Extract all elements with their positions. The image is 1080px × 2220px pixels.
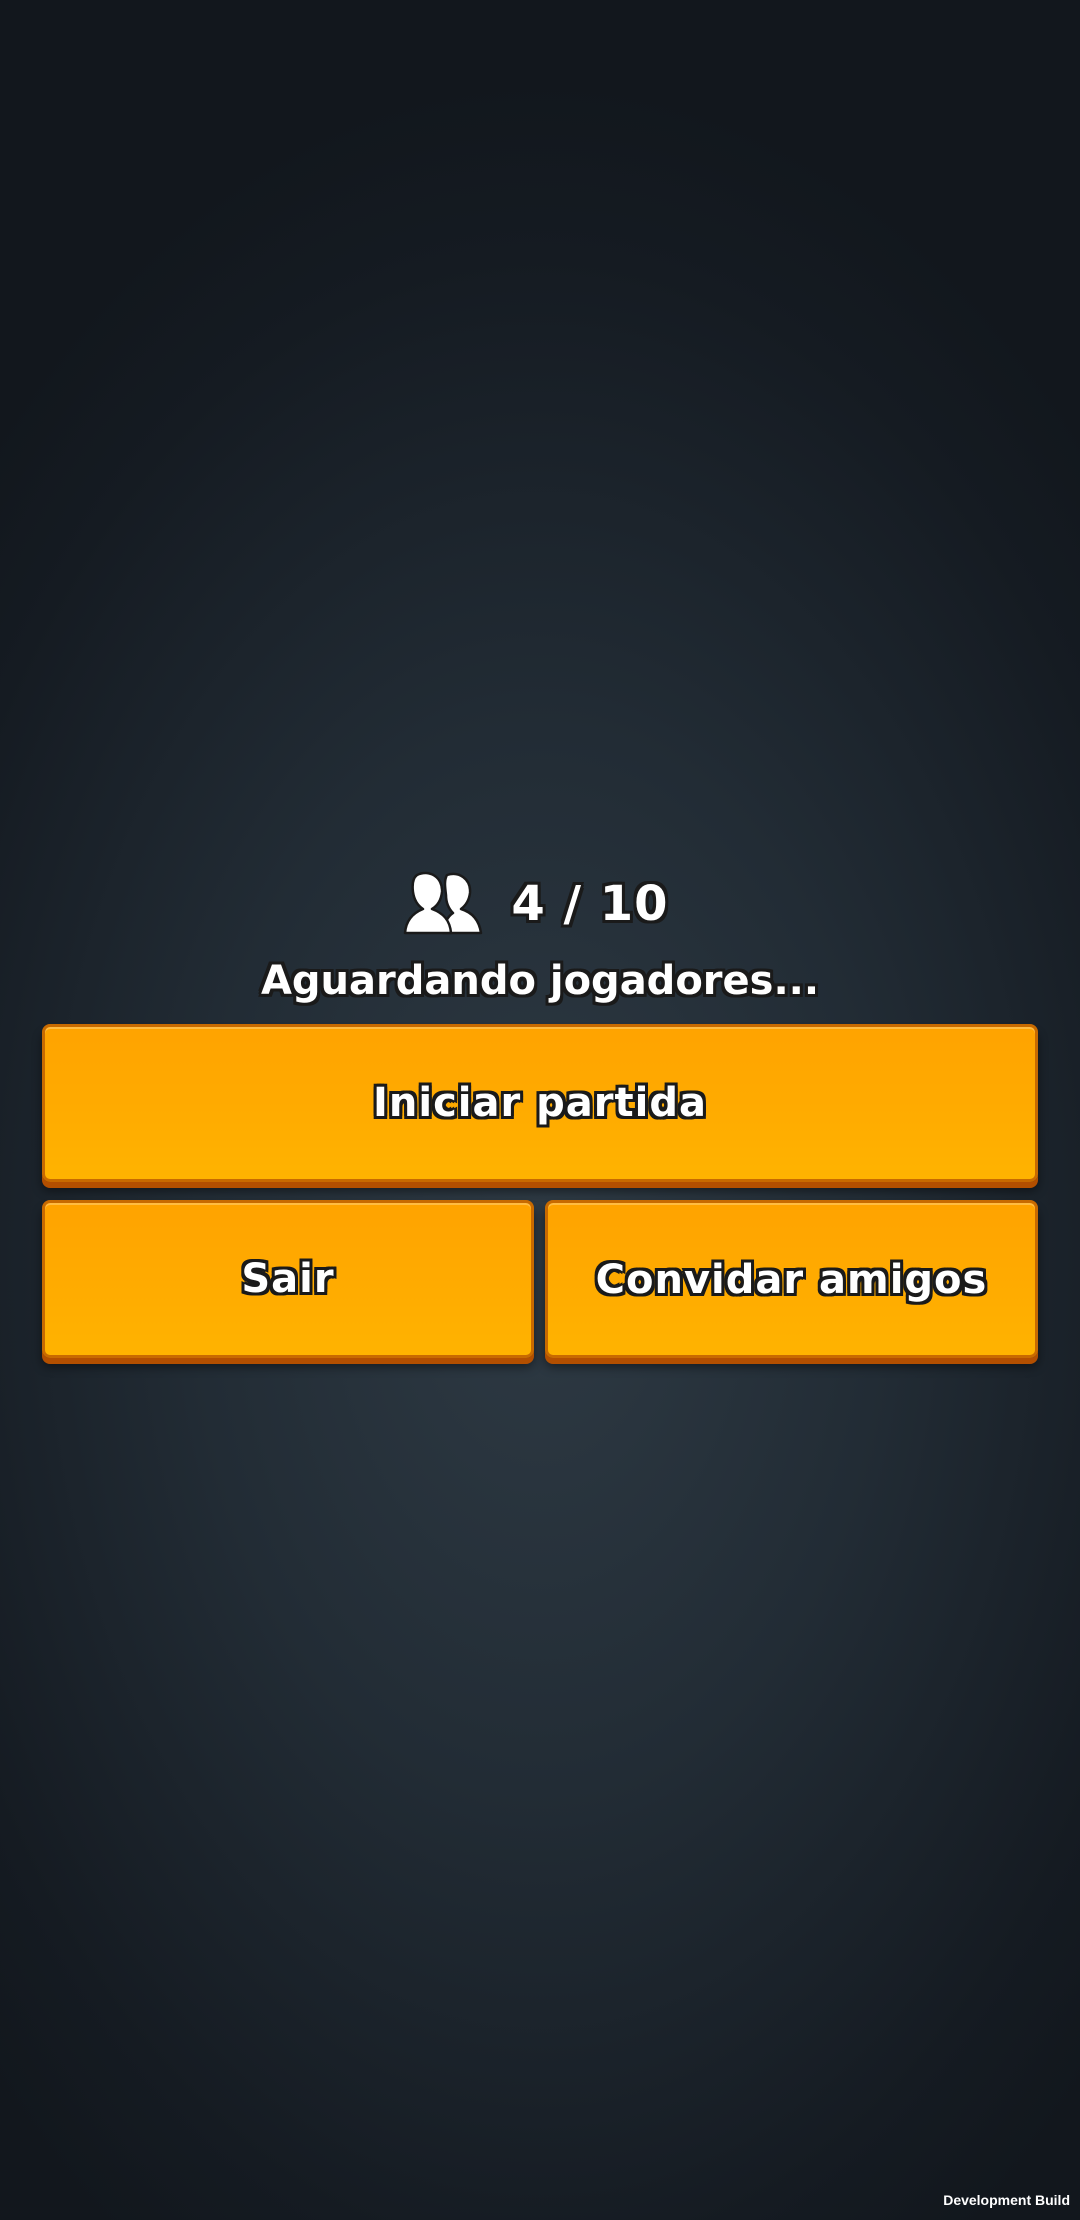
player-count: 4 / 10 [511, 876, 669, 932]
player-count-row: 4 / 10 [0, 856, 1080, 952]
leave-label: Sair [241, 1256, 335, 1302]
lobby-screen: 4 / 10 Aguardando jogadores... Iniciar p… [0, 0, 1080, 2220]
start-match-label: Iniciar partida [373, 1080, 707, 1126]
start-match-button[interactable]: Iniciar partida [42, 1024, 1038, 1182]
invite-friends-label: Convidar amigos [595, 1257, 988, 1303]
players-icon [404, 869, 511, 939]
waiting-status: Aguardando jogadores... [260, 958, 820, 1004]
development-build-label: Development Build [943, 2192, 1070, 2208]
leave-button[interactable]: Sair [42, 1200, 534, 1358]
invite-friends-button[interactable]: Convidar amigos [545, 1200, 1038, 1358]
